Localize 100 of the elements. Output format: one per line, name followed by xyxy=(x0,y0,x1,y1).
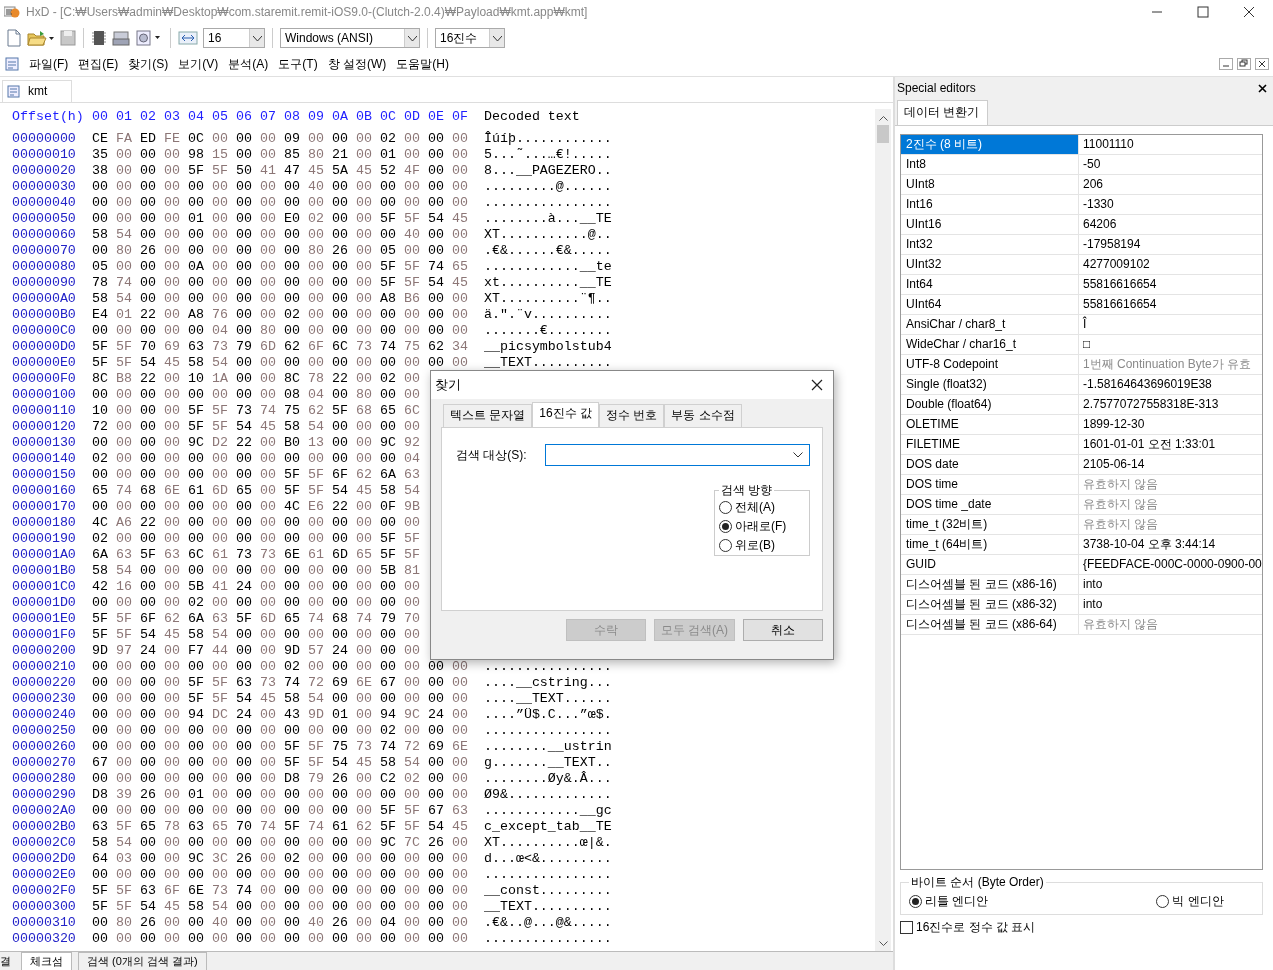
row-width-icon[interactable] xyxy=(178,30,198,46)
table-row[interactable]: OLETIME 1899-12-30 xyxy=(901,415,1262,435)
offset-label: 00000130 xyxy=(12,435,77,451)
memory-chip-icon[interactable] xyxy=(91,30,107,46)
radio-button[interactable]: 리틀 엔디안 xyxy=(909,893,989,910)
close-icon[interactable] xyxy=(1255,58,1269,70)
menu-item[interactable]: 파일(F) xyxy=(29,55,69,73)
offset-label: 000001D0 xyxy=(12,595,77,611)
document-tab[interactable]: kmt xyxy=(2,80,73,102)
minimize-icon[interactable] xyxy=(1219,58,1233,70)
offset-label: 00000030 xyxy=(12,179,77,195)
bytes-per-row-dropdown[interactable]: 16 xyxy=(203,28,265,48)
table-cell: AnsiChar / char8_t xyxy=(901,315,1079,334)
panel-tab[interactable]: 데이터 변환기 xyxy=(897,100,989,125)
scroll-thumb[interactable] xyxy=(877,125,889,143)
table-row[interactable]: time_t (32비트) 유효하지 않음 xyxy=(901,515,1262,535)
search-field[interactable] xyxy=(544,444,810,466)
table-cell: UInt8 xyxy=(901,175,1079,194)
table-cell: Int64 xyxy=(901,275,1079,294)
offset-label: 00000190 xyxy=(12,531,77,547)
hex-bytes: 00 00 00 00 00 00 00 00 08 04 00 80 00 00 xyxy=(92,387,421,403)
table-cell-text: 3738-10-04 오후 3:44:14 xyxy=(1082,536,1216,553)
table-row[interactable]: AnsiChar / char8_t Î xyxy=(901,315,1262,335)
radio-button[interactable]: 빅 엔디안 xyxy=(1156,893,1224,910)
table-row[interactable]: 디스어셈블 된 코드 (x86-64) 유효하지 않음 xyxy=(901,615,1262,635)
table-row[interactable]: 디스어셈블 된 코드 (x86-16) into xyxy=(901,575,1262,595)
table-row[interactable]: Int8 -50 xyxy=(901,155,1262,175)
dialog-tab[interactable]: 정수 번호 xyxy=(599,404,665,427)
menu-item[interactable]: 창 설정(W) xyxy=(327,55,387,73)
table-row[interactable]: Int32 -17958194 xyxy=(901,235,1262,255)
menu-item[interactable]: 편집(E) xyxy=(78,55,119,73)
table-row[interactable]: WideChar / char16_t □ xyxy=(901,335,1262,355)
panel-tab[interactable]: 검색 (0개의 검색 결과) xyxy=(78,952,207,970)
table-row[interactable]: Int16 -1330 xyxy=(901,195,1262,215)
table-cell-text: 55816616654 xyxy=(1082,276,1157,293)
panel-tab[interactable]: 체크섬 xyxy=(21,952,72,970)
column-header: 03 xyxy=(164,109,181,126)
close-icon[interactable] xyxy=(1243,6,1255,18)
dialog-tab[interactable]: 16진수 값 xyxy=(532,402,600,427)
hex-bytes: 63 5F 65 78 63 65 70 74 5F 74 61 62 5F 5F 54 45 xyxy=(92,819,469,835)
table-row[interactable]: FILETIME 1601-01-01 오전 1:33:01 xyxy=(901,435,1262,455)
table-row[interactable]: DOS time 유효하지 않음 xyxy=(901,475,1262,495)
radio-button[interactable]: 전체(A) xyxy=(719,499,805,516)
dialog-tab[interactable]: 텍스트 문자열 xyxy=(443,404,533,427)
disk-image-icon[interactable] xyxy=(135,30,163,46)
hex-bytes: 8C B8 22 00 10 1A 00 00 8C 78 22 00 02 00 xyxy=(92,371,421,387)
table-cell: UTF-8 Codepoint xyxy=(901,355,1079,374)
dialog-button[interactable]: 취소 xyxy=(743,619,823,641)
menu-item[interactable]: 찾기(S) xyxy=(128,55,169,73)
maximize-icon[interactable] xyxy=(1197,6,1209,18)
offset-label: 000002D0 xyxy=(12,851,77,867)
table-row[interactable]: UInt16 64206 xyxy=(901,215,1262,235)
menu-item[interactable]: 보기(V) xyxy=(178,55,219,73)
offset-label: 00000220 xyxy=(12,675,77,691)
offset-label: 00000300 xyxy=(12,899,77,915)
restore-icon[interactable] xyxy=(1237,58,1251,70)
table-row[interactable]: 2진수 (8 비트) 11001110 xyxy=(901,135,1262,155)
window-title: HxD - [C:₩Users₩admin₩Desktop₩com.staremit.remit-iOS9.0-(Clutch-2.0.4)₩Payload₩kmt.app₩kmt] xyxy=(26,5,588,19)
close-icon[interactable] xyxy=(1257,83,1267,93)
offset-base-dropdown[interactable]: 16진수 xyxy=(435,28,505,48)
disk-drive-icon[interactable] xyxy=(112,30,130,46)
charset-dropdown[interactable]: Windows (ANSI) xyxy=(280,28,420,48)
table-row[interactable]: Int64 55816616654 xyxy=(901,275,1262,295)
table-row[interactable]: GUID {FEEDFACE-000C-0000-0900-00 xyxy=(901,555,1262,575)
radio-button[interactable]: 아래로(F) xyxy=(719,518,805,535)
table-row[interactable]: Single (float32) -1.58164643696019E38 xyxy=(901,375,1262,395)
table-cell-text: 유효하지 않음 xyxy=(1082,476,1159,493)
menu-item[interactable]: 도움말(H) xyxy=(396,55,449,73)
table-row[interactable]: 디스어셈블 된 코드 (x86-32) into xyxy=(901,595,1262,615)
new-file-icon[interactable] xyxy=(6,29,22,47)
offset-label: 00000000 xyxy=(12,131,77,147)
decoded-text: XT..........œ|&. xyxy=(484,835,613,851)
table-cell: Int16 xyxy=(901,195,1079,214)
radio-button[interactable]: 위로(B) xyxy=(719,537,805,554)
menu-item[interactable]: 분석(A) xyxy=(228,55,269,73)
menu-item[interactable]: 도구(T) xyxy=(278,55,318,73)
hex-bytes: CE FA ED FE 0C 00 00 00 09 00 00 00 02 00 00 00 xyxy=(92,131,469,147)
scroll-down-icon[interactable] xyxy=(878,941,888,947)
table-row[interactable]: DOS time _date 유효하지 않음 xyxy=(901,495,1262,515)
table-cell: 디스어셈블 된 코드 (x86-16) xyxy=(901,575,1079,594)
caret-icon xyxy=(407,35,417,41)
table-row[interactable]: UInt32 4277009102 xyxy=(901,255,1262,275)
table-row[interactable]: UTF-8 Codepoint 1번째 Continuation Byte가 유효 xyxy=(901,355,1262,375)
table-row[interactable]: UInt64 55816616654 xyxy=(901,295,1262,315)
scroll-up-icon[interactable] xyxy=(878,115,888,121)
decoded-text: Ø9&............. xyxy=(484,787,613,803)
close-icon[interactable] xyxy=(811,379,823,391)
column-header: 0E xyxy=(428,109,445,126)
table-row[interactable]: Double (float64) 2.75770727558318E-313 xyxy=(901,395,1262,415)
offset-label: 000000E0 xyxy=(12,355,77,371)
open-folder-icon[interactable] xyxy=(27,29,55,47)
table-cell-text: 11001110 xyxy=(1082,136,1134,153)
caret-icon xyxy=(252,35,262,41)
scrollbar[interactable] xyxy=(875,109,891,951)
checkbox[interactable]: 16진수로 정수 값 표시 xyxy=(900,919,1036,936)
table-row[interactable]: DOS date 2105-06-14 xyxy=(901,455,1262,475)
table-row[interactable]: UInt8 206 xyxy=(901,175,1262,195)
hex-bytes: 5F 5F 54 45 58 54 00 00 00 00 00 00 00 00 00 00 xyxy=(92,899,469,915)
table-row[interactable]: time_t (64비트) 3738-10-04 오후 3:44:14 xyxy=(901,535,1262,555)
dialog-tab[interactable]: 부동 소수점 xyxy=(664,404,742,427)
